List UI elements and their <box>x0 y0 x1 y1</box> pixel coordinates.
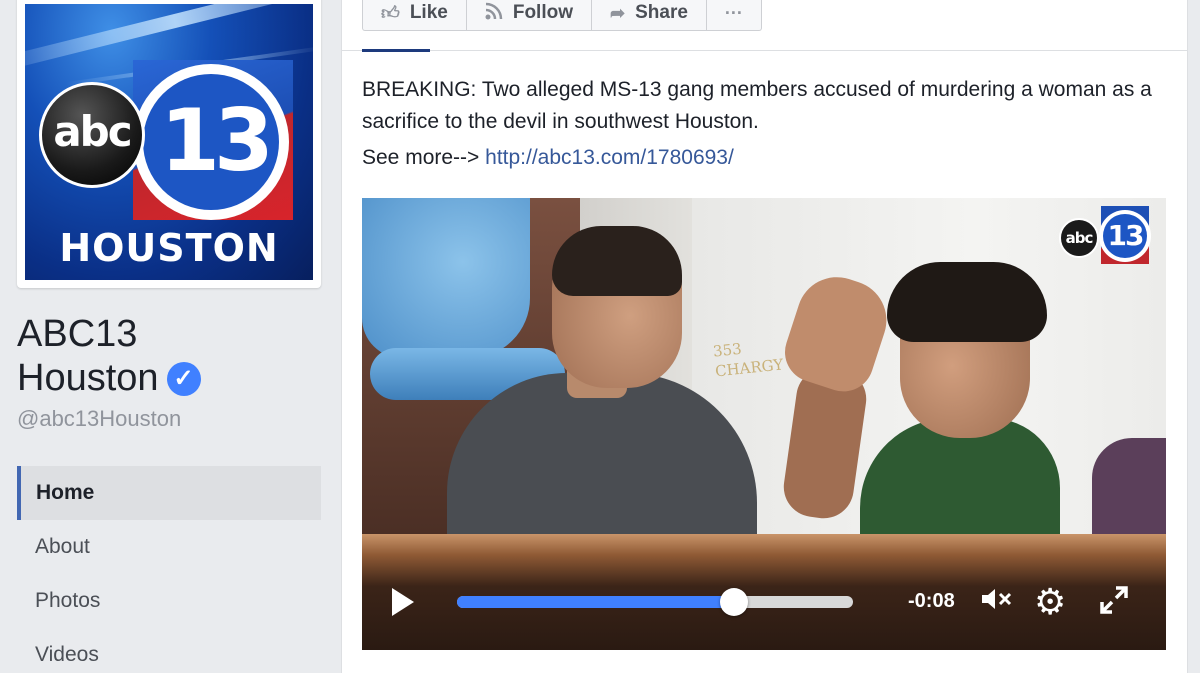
mute-icon[interactable] <box>980 586 1014 619</box>
page-handle[interactable]: @abc13Houston <box>17 406 181 432</box>
tab-divider <box>342 50 1187 51</box>
play-icon[interactable] <box>392 588 414 616</box>
gear-icon[interactable]: ⚙ <box>1034 582 1066 622</box>
logo-number: 13 <box>160 91 274 191</box>
time-remaining: -0:08 <box>908 590 955 612</box>
follow-button[interactable]: Follow <box>467 0 592 30</box>
share-button[interactable]: ➦ Share <box>592 0 707 30</box>
nav-item-photos[interactable]: Photos <box>17 574 321 628</box>
progress-fill <box>457 596 735 608</box>
logo-city: HOUSTON <box>59 226 279 270</box>
abc13-logo: 13 abc HOUSTON <box>25 4 313 280</box>
main-content: 👍︎ Like Follow ➦ Share ··· BREAKING: Two… <box>341 0 1188 673</box>
profile-picture-frame[interactable]: 13 abc HOUSTON <box>17 0 321 288</box>
see-more-line: See more--> http://abc13.com/1780693/ <box>362 146 734 170</box>
progress-scrubber[interactable] <box>720 588 749 616</box>
see-more-prefix: See more--> <box>362 146 486 169</box>
nav-item-home[interactable]: Home <box>17 466 321 520</box>
progress-bar[interactable] <box>457 588 853 616</box>
office-chair-back <box>362 198 530 358</box>
whiteboard-scribble: 353 CHARGY <box>712 339 785 381</box>
page-title-text[interactable]: ABC13 Houston <box>17 313 159 399</box>
share-label: Share <box>635 2 688 23</box>
like-label: Like <box>409 2 448 23</box>
follow-label: Follow <box>512 2 573 23</box>
nav-item-videos[interactable]: Videos <box>17 628 321 673</box>
share-arrow-icon: ➦ <box>610 2 626 23</box>
nav-item-about[interactable]: About <box>17 520 321 574</box>
tab-underline <box>362 49 430 52</box>
more-options-button[interactable]: ··· <box>707 0 761 30</box>
thumbs-up-icon: 👍︎ <box>381 3 400 23</box>
video-player[interactable]: 353 CHARGY 13 abc -0:08 ⚙ <box>362 198 1166 650</box>
like-button[interactable]: 👍︎ Like <box>363 0 467 30</box>
rss-icon <box>485 2 503 25</box>
verified-badge-icon: ✓ <box>166 362 201 396</box>
post-text: BREAKING: Two alleged MS-13 gang members… <box>362 78 1152 133</box>
post-link[interactable]: http://abc13.com/1780693/ <box>485 146 734 169</box>
page-nav: Home About Photos Videos <box>17 466 321 673</box>
video-watermark-logo: 13 abc <box>1059 206 1153 264</box>
fullscreen-icon[interactable] <box>1098 584 1130 625</box>
page-title[interactable]: ABC13 Houston ✓ <box>17 312 277 400</box>
ellipsis-icon: ··· <box>724 2 743 23</box>
page-action-bar: 👍︎ Like Follow ➦ Share ··· <box>362 0 762 31</box>
logo-abc-text: abc <box>53 107 132 156</box>
video-controls: -0:08 ⚙ <box>362 574 1166 634</box>
